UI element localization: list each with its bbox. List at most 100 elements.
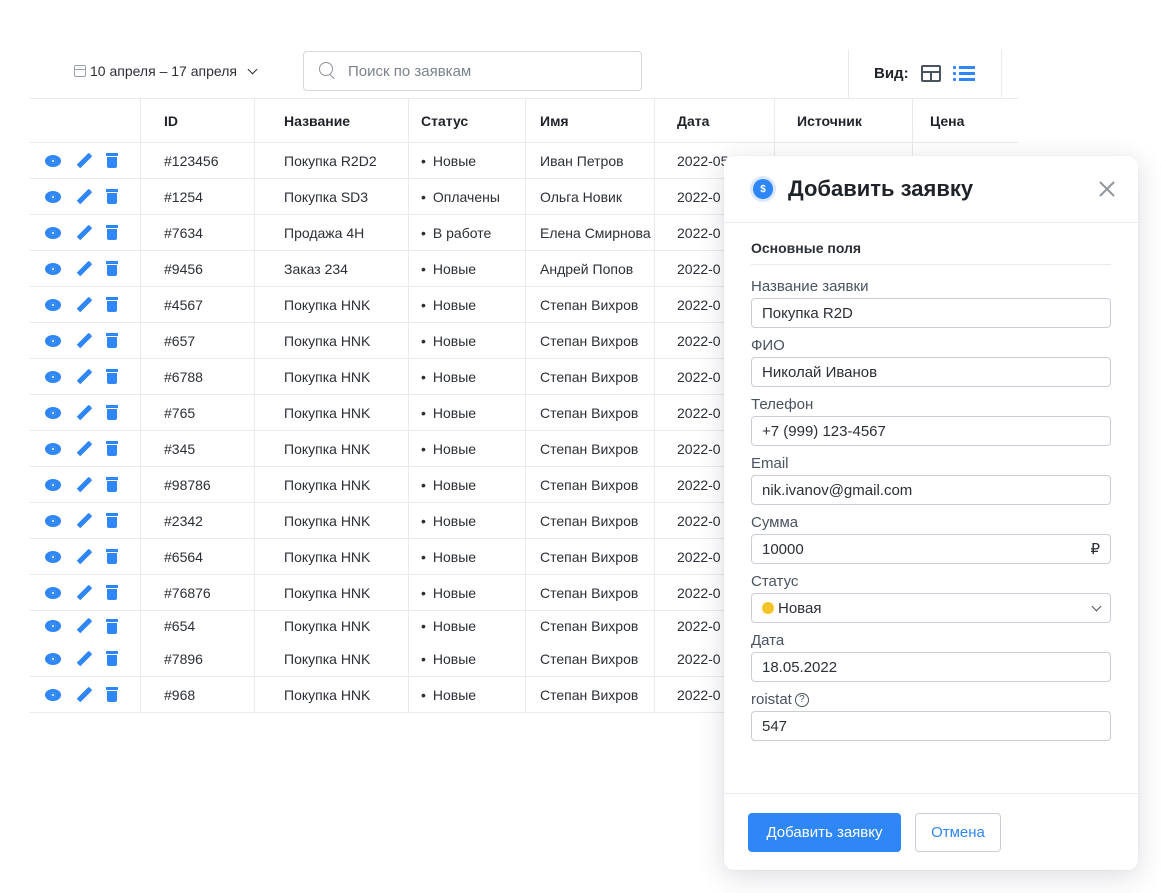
delete-trash-icon[interactable] (106, 333, 118, 348)
edit-pencil-icon[interactable] (77, 261, 91, 277)
edit-pencil-icon[interactable] (77, 153, 91, 169)
phone-input[interactable]: +7 (999) 123-4567 (751, 416, 1111, 446)
edit-pencil-icon[interactable] (77, 477, 91, 493)
view-eye-icon[interactable] (44, 514, 62, 527)
cell-person: Степан Вихров (526, 467, 655, 502)
search-input[interactable] (348, 62, 628, 80)
field-label: Телефон (751, 396, 814, 413)
edit-pencil-icon[interactable] (77, 651, 91, 667)
view-eye-icon[interactable] (44, 406, 62, 419)
edit-pencil-icon[interactable] (77, 225, 91, 241)
cancel-button[interactable]: Отмена (915, 813, 1001, 852)
field-label: Сумма (751, 514, 799, 531)
delete-trash-icon[interactable] (106, 369, 118, 384)
delete-trash-icon[interactable] (106, 477, 118, 492)
view-eye-icon[interactable] (44, 652, 62, 665)
delete-trash-icon[interactable] (106, 405, 118, 420)
date-range-picker[interactable]: 10 апреля – 17 апреля (74, 63, 258, 79)
view-eye-icon[interactable] (44, 478, 62, 491)
fio-input[interactable]: Николай Иванов (751, 357, 1111, 387)
delete-trash-icon[interactable] (106, 651, 118, 666)
edit-pencil-icon[interactable] (77, 585, 91, 601)
add-request-modal: $ Добавить заявку Основные поля Название… (724, 156, 1138, 870)
coin-icon: $ (753, 179, 773, 199)
cell-name: Продажа 4H (255, 215, 409, 250)
delete-trash-icon[interactable] (106, 687, 118, 702)
view-eye-icon[interactable] (44, 226, 62, 239)
view-eye-icon[interactable] (44, 688, 62, 701)
column-header-status[interactable]: Статус (409, 99, 526, 142)
status-select[interactable]: Новая (751, 593, 1111, 623)
cell-person: Степан Вихров (526, 575, 655, 610)
edit-pencil-icon[interactable] (77, 297, 91, 313)
column-header-date[interactable]: Дата (655, 99, 775, 142)
roistat-input[interactable]: 547 (751, 711, 1111, 741)
calendar-icon (74, 65, 86, 77)
edit-pencil-icon[interactable] (77, 189, 91, 205)
view-eye-icon[interactable] (44, 154, 62, 167)
toolbar: 10 апреля – 17 апреля Вид: (0, 46, 1018, 98)
cell-status: Оплачены (409, 179, 526, 214)
delete-trash-icon[interactable] (106, 549, 118, 564)
edit-pencil-icon[interactable] (77, 441, 91, 457)
delete-trash-icon[interactable] (106, 513, 118, 528)
request-name-input[interactable]: Покупка R2D (751, 298, 1111, 328)
view-eye-icon[interactable] (44, 298, 62, 311)
column-header-source[interactable]: Источник (775, 99, 913, 142)
edit-pencil-icon[interactable] (77, 687, 91, 703)
view-eye-icon[interactable] (44, 370, 62, 383)
delete-trash-icon[interactable] (106, 153, 118, 168)
delete-trash-icon[interactable] (106, 225, 118, 240)
delete-trash-icon[interactable] (106, 441, 118, 456)
view-eye-icon[interactable] (44, 586, 62, 599)
view-label: Вид: (874, 65, 909, 82)
edit-pencil-icon[interactable] (77, 618, 91, 634)
delete-trash-icon[interactable] (106, 189, 118, 204)
delete-trash-icon[interactable] (106, 297, 118, 312)
cell-name: Покупка R2D2 (255, 143, 409, 178)
input-value: Покупка R2D (762, 304, 853, 322)
view-eye-icon[interactable] (44, 190, 62, 203)
edit-pencil-icon[interactable] (77, 333, 91, 349)
cell-name: Покупка SD3 (255, 179, 409, 214)
delete-trash-icon[interactable] (106, 261, 118, 276)
table-view-icon[interactable] (920, 65, 941, 82)
cell-status: Новые (409, 677, 526, 712)
date-range-label: 10 апреля – 17 апреля (90, 63, 237, 79)
sum-input[interactable]: 10000 ₽ (751, 534, 1111, 564)
row-actions (30, 143, 141, 178)
search-box[interactable] (303, 51, 642, 91)
column-header-name[interactable]: Название (255, 99, 409, 142)
cell-person: Степан Вихров (526, 287, 655, 322)
view-eye-icon[interactable] (44, 334, 62, 347)
field-request-name: Название заявки Покупка R2D (751, 278, 1111, 328)
edit-pencil-icon[interactable] (77, 513, 91, 529)
column-header-price[interactable]: Цена (913, 99, 1018, 142)
cell-name: Заказ 234 (255, 251, 409, 286)
close-icon[interactable] (1098, 180, 1116, 198)
edit-pencil-icon[interactable] (77, 369, 91, 385)
edit-pencil-icon[interactable] (77, 405, 91, 421)
column-header-id[interactable]: ID (141, 99, 255, 142)
cell-name: Покупка HNK (255, 395, 409, 430)
field-roistat: roistat ? 547 (751, 691, 1111, 741)
cell-id: #765 (141, 395, 255, 430)
view-eye-icon[interactable] (44, 620, 62, 632)
date-input[interactable]: 18.05.2022 (751, 652, 1111, 682)
view-eye-icon[interactable] (44, 550, 62, 563)
column-header-person[interactable]: Имя (526, 99, 655, 142)
delete-trash-icon[interactable] (106, 585, 118, 600)
email-input[interactable]: nik.ivanov@gmail.com (751, 475, 1111, 505)
edit-pencil-icon[interactable] (77, 549, 91, 565)
view-eye-icon[interactable] (44, 262, 62, 275)
list-view-icon[interactable] (952, 65, 975, 82)
add-request-button[interactable]: Добавить заявку (748, 813, 901, 852)
row-actions (30, 611, 141, 641)
delete-trash-icon[interactable] (106, 618, 118, 634)
row-actions (30, 359, 141, 394)
cell-status: Новые (409, 575, 526, 610)
cell-status: Новые (409, 143, 526, 178)
help-icon[interactable]: ? (794, 693, 809, 707)
cell-status: Новые (409, 467, 526, 502)
view-eye-icon[interactable] (44, 442, 62, 455)
